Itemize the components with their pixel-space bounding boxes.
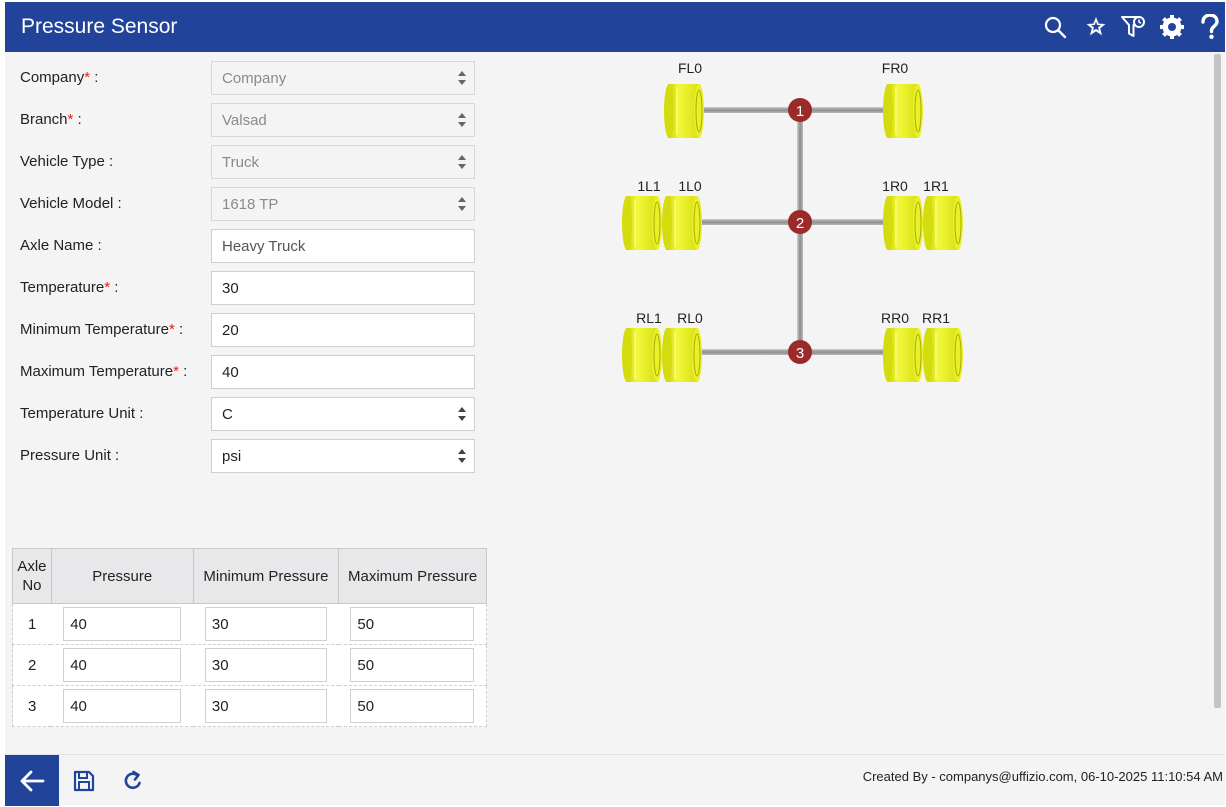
footer-bar: Created By - companys@uffizio.com, 06-10… [5, 754, 1225, 806]
vertical-scrollbar[interactable] [1214, 54, 1221, 708]
tyre-label-RL1: RL1 [636, 310, 662, 326]
tyre-label-1L1: 1L1 [637, 178, 661, 194]
tyre-1R0[interactable] [883, 196, 923, 250]
created-by-text: Created By - companys@uffizio.com, 06-10… [862, 769, 1223, 784]
back-button[interactable] [5, 755, 59, 806]
tyre-1L1[interactable] [622, 196, 662, 250]
tyre-label-RL0: RL0 [677, 310, 703, 326]
refresh-button[interactable] [120, 768, 146, 794]
tyre-label-RR0: RR0 [881, 310, 909, 326]
tyre-1R1[interactable] [923, 196, 963, 250]
tyre-label-FL0: FL0 [678, 60, 702, 76]
axle-marker-3: 3 [788, 340, 812, 364]
tyre-RR1[interactable] [923, 328, 963, 382]
tyre-label-1R1: 1R1 [923, 178, 949, 194]
tyre-RL1[interactable] [622, 328, 662, 382]
axle-marker-3-label: 3 [796, 345, 804, 362]
axle-diagram: 1 2 3 FL0 FR0 1L1 1L0 1R0 1R1 RL1 RL0 RR… [622, 60, 963, 382]
axle-marker-2: 2 [788, 210, 812, 234]
tyre-label-1R0: 1R0 [882, 178, 908, 194]
back-arrow-icon [20, 770, 45, 791]
tyre-label-RR1: RR1 [922, 310, 950, 326]
tyre-1L0[interactable] [662, 196, 702, 250]
refresh-icon [124, 770, 141, 790]
tyre-RL0[interactable] [662, 328, 702, 382]
axle-marker-1: 1 [788, 98, 812, 122]
axle-marker-1-label: 1 [796, 103, 804, 120]
tyre-RR0[interactable] [883, 328, 923, 382]
tyre-FR0[interactable] [883, 84, 923, 138]
tyre-label-FR0: FR0 [882, 60, 909, 76]
app-frame: Pressure Sensor Company* : Company Branc… [5, 2, 1225, 806]
tyre-label-1L0: 1L0 [678, 178, 702, 194]
tyre-FL0[interactable] [664, 84, 704, 138]
save-icon [73, 770, 95, 792]
save-button[interactable] [71, 768, 97, 794]
axle-marker-2-label: 2 [796, 215, 804, 232]
